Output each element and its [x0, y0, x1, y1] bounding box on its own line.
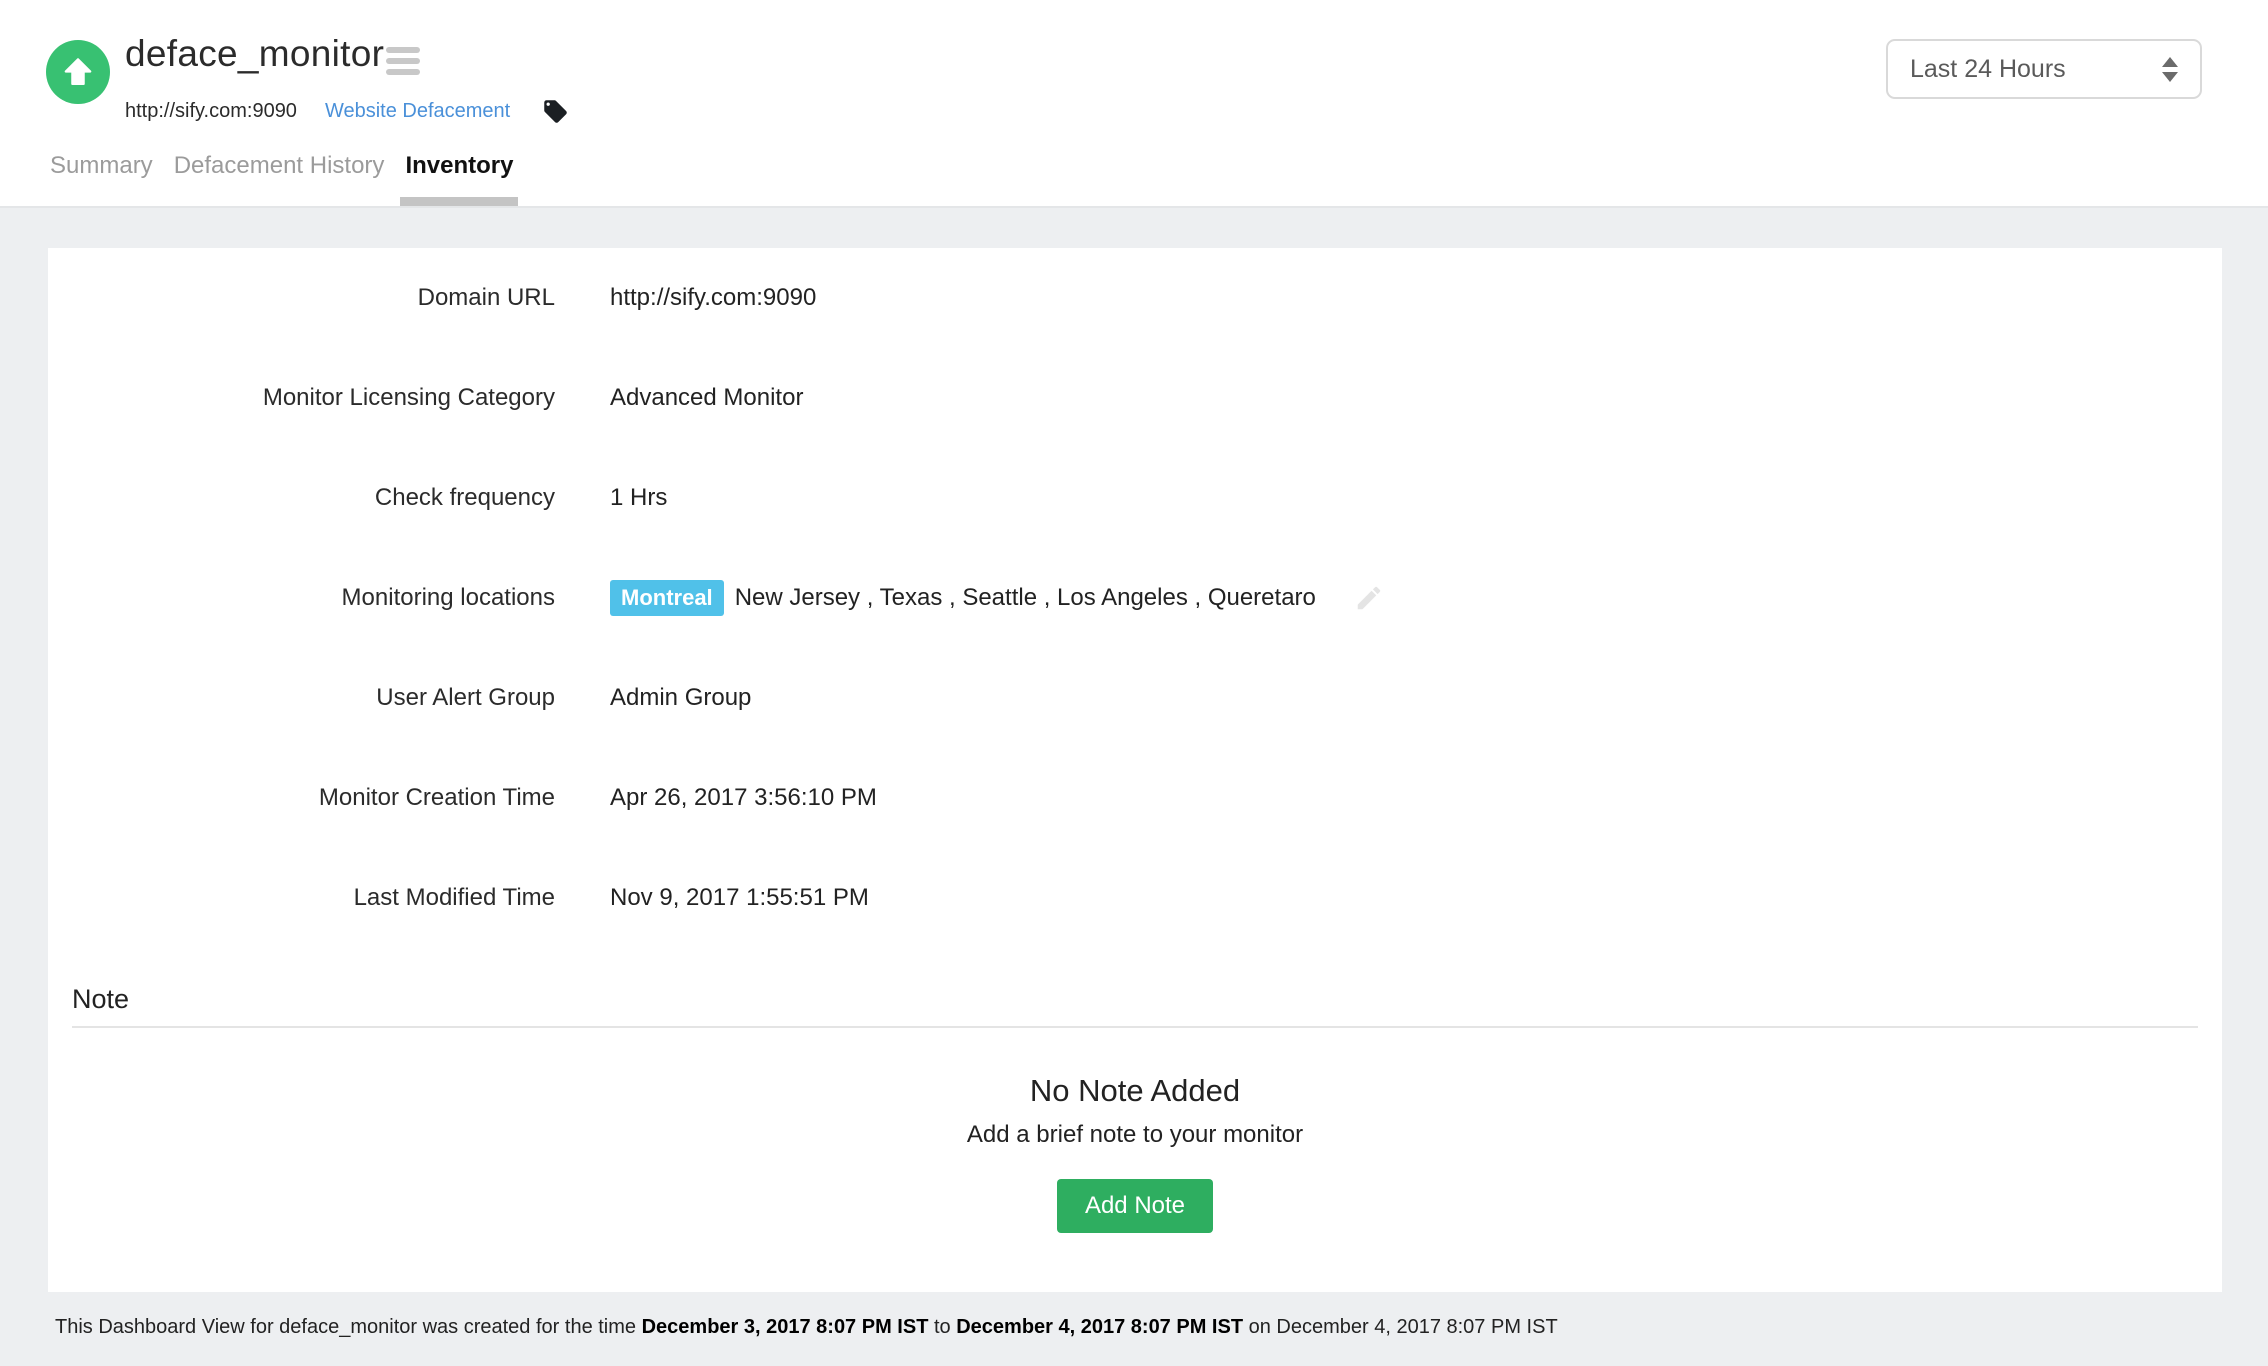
tab-summary[interactable]: Summary [50, 152, 153, 180]
inventory-card: Domain URL http://sify.com:9090 Monitor … [48, 248, 2222, 1292]
tab-inventory[interactable]: Inventory [405, 152, 513, 180]
row-label: Monitor Creation Time [48, 784, 555, 812]
time-range-select[interactable]: Last 24 Hours [1886, 39, 2202, 99]
monitor-url: http://sify.com:9090 [125, 100, 297, 123]
tab-bar: Summary Defacement History Inventory [50, 152, 513, 180]
status-up-icon [46, 40, 110, 104]
inventory-row-last-modified: Last Modified Time Nov 9, 2017 1:55:51 P… [48, 848, 2222, 948]
add-note-button[interactable]: Add Note [1057, 1179, 1213, 1233]
no-note-subtitle: Add a brief note to your monitor [48, 1121, 2222, 1149]
note-divider [72, 1026, 2198, 1028]
monitor-subline: http://sify.com:9090 Website Defacement [125, 96, 569, 126]
no-note-title: No Note Added [48, 1073, 2222, 1109]
locations-text: New Jersey , Texas , Seattle , Los Angel… [735, 584, 1316, 612]
edit-locations-icon[interactable] [1354, 583, 1384, 613]
location-badge: Montreal [610, 580, 724, 616]
time-range-value: Last 24 Hours [1910, 55, 2066, 84]
footer-from-time: December 3, 2017 8:07 PM IST [642, 1316, 929, 1338]
row-label: Monitor Licensing Category [48, 384, 555, 412]
tab-defacement-history[interactable]: Defacement History [174, 152, 385, 180]
inventory-row-user-alert-group: User Alert Group Admin Group [48, 648, 2222, 748]
inventory-row-licensing-category: Monitor Licensing Category Advanced Moni… [48, 348, 2222, 448]
note-empty-state: No Note Added Add a brief note to your m… [48, 1073, 2222, 1233]
row-value: 1 Hrs [555, 484, 667, 512]
row-label: User Alert Group [48, 684, 555, 712]
tag-icon[interactable] [542, 98, 569, 125]
inventory-row-check-frequency: Check frequency 1 Hrs [48, 448, 2222, 548]
row-value: Montreal New Jersey , Texas , Seattle , … [555, 580, 1384, 616]
inventory-row-creation-time: Monitor Creation Time Apr 26, 2017 3:56:… [48, 748, 2222, 848]
footer-text-prefix: This Dashboard View for deface_monitor w… [55, 1316, 642, 1338]
footer-separator: to [928, 1316, 956, 1338]
row-value: Admin Group [555, 684, 751, 712]
row-label: Last Modified Time [48, 884, 555, 912]
dashboard-footer: This Dashboard View for deface_monitor w… [55, 1316, 2215, 1339]
monitor-menu-icon[interactable] [386, 47, 420, 80]
note-heading: Note [48, 984, 2222, 1015]
inventory-row-domain-url: Domain URL http://sify.com:9090 [48, 248, 2222, 348]
row-value: Nov 9, 2017 1:55:51 PM [555, 884, 869, 912]
monitor-name: deface_monitor [125, 33, 384, 75]
up-arrow-glyph [60, 54, 96, 90]
row-label: Monitoring locations [48, 584, 555, 612]
row-label: Check frequency [48, 484, 555, 512]
footer-to-time: December 4, 2017 8:07 PM IST [956, 1316, 1243, 1338]
row-value: Advanced Monitor [555, 384, 803, 412]
footer-text-suffix: on December 4, 2017 8:07 PM IST [1243, 1316, 1558, 1338]
monitor-type-link[interactable]: Website Defacement [325, 100, 510, 123]
up-down-arrows-icon [2162, 57, 2178, 82]
inventory-row-monitoring-locations: Monitoring locations Montreal New Jersey… [48, 548, 2222, 648]
row-value: Apr 26, 2017 3:56:10 PM [555, 784, 877, 812]
monitor-header: deface_monitor http://sify.com:9090 Webs… [0, 0, 2268, 208]
row-value: http://sify.com:9090 [555, 284, 816, 312]
row-label: Domain URL [48, 284, 555, 312]
